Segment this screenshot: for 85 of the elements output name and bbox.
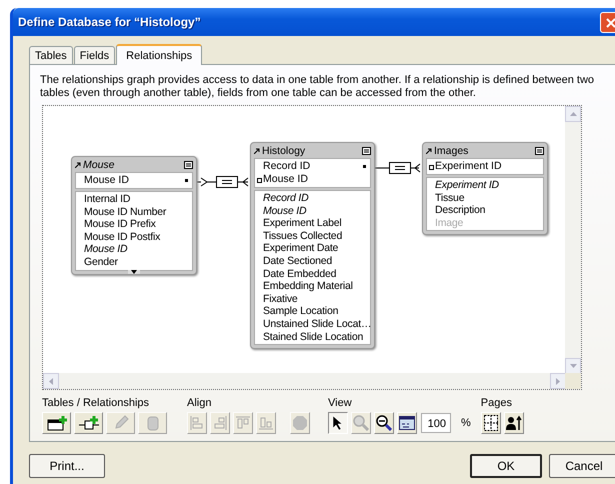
table-name: Images [434,144,468,156]
field-name: Mouse ID [84,243,128,256]
toolbar-group-label: View [328,397,353,410]
scroll-right-button[interactable] [550,373,566,389]
description-text: The relationships graph provides access to data in one table from another. If a relationship is defined between two tables (even through another table), fields from one table can be accessed from the other. [40,74,595,100]
vertical-scrollbar[interactable] [565,106,581,374]
field-name: Stained Slide Location [263,330,364,344]
relationship-connector-drawing [374,162,420,174]
field-name: Mouse ID Prefix [84,218,157,231]
down-arrow-icon [570,364,576,368]
ok-button[interactable]: OK [470,454,542,478]
scrollbar-corner [565,373,581,389]
field-name: Experiment Date [263,242,340,255]
scroll-down-button[interactable] [565,358,581,374]
field-name: Tissues Collected [263,230,344,242]
horizontal-scrollbar[interactable] [43,373,566,389]
close-button[interactable] [600,12,615,33]
window-title: Define Database for “Histology” [17,15,201,29]
align-top-icon [236,416,250,430]
field-name: Record ID [263,192,310,205]
field-name: Image [435,216,464,230]
field-name: Mouse ID Postfix [84,230,162,244]
print-button[interactable]: Print... [29,454,105,478]
field-name: Gender [84,256,119,269]
window-icon [399,416,415,430]
tab[interactable]: Tables [29,46,73,64]
collapse-icon[interactable] [362,146,371,154]
percent-label: % [461,417,471,429]
table-name: Mouse [83,158,115,170]
toolbar-button[interactable] [328,412,348,434]
collapse-icon[interactable] [184,160,193,168]
zoom-in-icon [353,415,369,431]
tab[interactable]: Relationships [116,44,202,65]
arrow-icon [75,162,81,168]
field-name: Date Embedded [263,268,338,280]
align-right-icon [213,416,227,430]
down-arrow-icon [131,270,137,274]
field-name: Experiment Label [263,217,343,230]
match-field: Experiment ID [435,160,502,173]
more-fields-tab[interactable] [128,270,140,274]
match-field: Mouse ID [84,174,129,187]
relationship-connector-drawing [196,176,248,188]
toolbar-group-label: Align [187,397,212,410]
field-name: Tissue [435,192,466,204]
close-icon [606,18,615,28]
toolbar-group-label: Tables / Relationships [42,397,150,410]
toolbar-group-label: Pages [480,397,513,410]
align-left-icon [190,416,204,430]
field-name: Unstained Slide Locat… [263,318,370,331]
match-field: Mouse ID [263,173,308,186]
pointer-icon [332,415,344,431]
field-name: Experiment ID [435,179,500,192]
field-name: Embedding Material [263,280,354,293]
scroll-up-button[interactable] [565,106,581,122]
arrow-icon [426,148,432,154]
field-name: Sample Location [263,305,340,318]
scroll-left-button[interactable] [43,373,59,389]
page-grid-icon [484,415,498,431]
table-name: Histology [262,144,306,156]
table-occurrence[interactable]: Mouse Mouse ID Internal ID Mouse ID Number Mouse ID Prefix Mouse ID Postfix Mouse ID Gender [71,156,197,275]
field-name: Fixative [263,292,299,306]
right-arrow-icon [556,378,560,384]
zoom-out-icon [376,415,392,431]
cancel-button[interactable]: Cancel [549,454,615,478]
table-occurrence[interactable] [250,142,375,350]
octagon-icon [292,415,308,431]
person-arrow-icon [506,415,522,431]
pencil-icon [112,415,128,431]
align-bottom-icon [259,416,273,430]
table-occurrence[interactable]: Images Experiment ID Experiment ID Tissue Description Image [422,142,548,236]
tab[interactable]: Fields [74,46,116,64]
match-field: Record ID [263,160,310,173]
cylinder-icon [146,415,160,431]
up-arrow-icon [570,112,576,116]
left-arrow-icon [49,378,53,384]
arrow-icon [254,148,260,154]
field-name: Mouse ID Number [84,206,168,218]
field-name: Internal ID [84,193,132,206]
zoom-field[interactable]: 100 [421,413,451,433]
field-name: Mouse ID [263,204,308,218]
field-name: Date Sectioned [263,254,333,268]
add-relationship-icon [78,415,100,431]
collapse-icon[interactable] [535,146,544,154]
field-name: Description [435,204,486,217]
add-table-icon [46,415,66,431]
